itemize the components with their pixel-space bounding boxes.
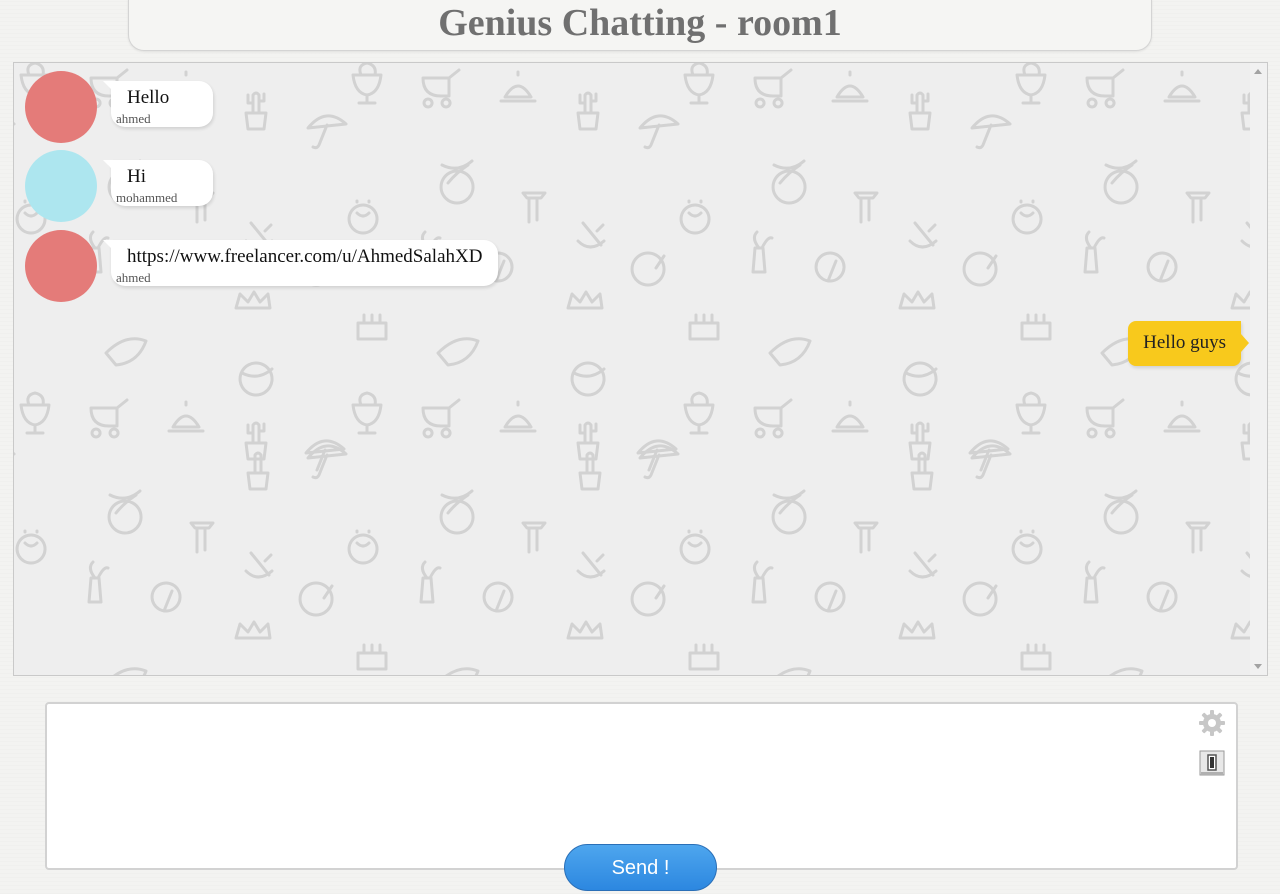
avatar[interactable] <box>25 230 97 302</box>
send-button[interactable]: Send ! <box>564 844 717 891</box>
page-header: Genius Chatting - room1 <box>128 0 1152 51</box>
chat-scrollbar[interactable] <box>1250 63 1267 675</box>
switch-icon[interactable] <box>1199 750 1225 776</box>
message-text: Hello <box>127 87 170 108</box>
message-username: mohammed <box>116 190 178 205</box>
message-bubble: https://www.freelancer.com/u/AhmedSalahX… <box>102 240 499 286</box>
page-title: Genius Chatting - room1 <box>438 2 842 44</box>
avatar[interactable] <box>25 150 97 222</box>
message-text: Hi <box>127 166 146 187</box>
message-input[interactable] <box>47 704 1187 864</box>
message-bubble: Hello ahmed <box>103 81 213 127</box>
message-link[interactable]: https://www.freelancer.com/u/AhmedSalahX… <box>127 246 482 268</box>
background-pattern <box>14 63 1250 675</box>
avatar[interactable] <box>25 71 97 143</box>
scroll-up-icon[interactable] <box>1254 69 1262 74</box>
chat-window[interactable]: Hello ahmed Hi mohammed https://www.free… <box>13 62 1268 676</box>
message-bubble: Hi mohammed <box>103 160 213 206</box>
scroll-down-icon[interactable] <box>1254 664 1262 669</box>
message-username: ahmed <box>116 270 151 285</box>
message-username: ahmed <box>116 111 151 126</box>
gear-icon[interactable] <box>1198 709 1226 737</box>
own-message-bubble: Hello guys <box>1128 321 1249 366</box>
